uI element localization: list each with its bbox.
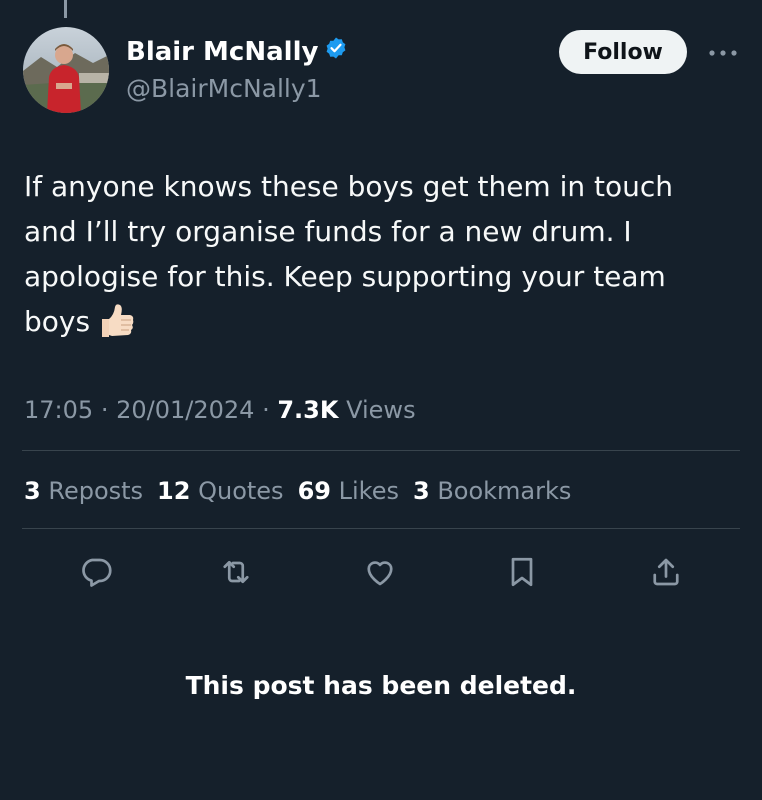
author-name-row[interactable]: Blair McNally: [126, 36, 348, 68]
tweet-detail-view: Blair McNally @BlairMcNally1 Follow If a…: [0, 0, 762, 800]
engagement-stats: 3 Reposts 12 Quotes 69 Likes 3 Bookmarks: [24, 474, 585, 508]
avatar-photo: [23, 27, 109, 113]
quotes-stat[interactable]: 12 Quotes: [157, 474, 284, 508]
follow-button[interactable]: Follow: [559, 30, 687, 74]
reposts-stat[interactable]: 3 Reposts: [24, 474, 143, 508]
tweet-date[interactable]: 20/01/2024: [116, 396, 254, 424]
bookmarks-count: 3: [412, 477, 430, 505]
reply-icon[interactable]: [76, 552, 116, 592]
meta-separator: ·: [262, 396, 270, 424]
views-label: Views: [346, 396, 416, 424]
views-count: 7.3K: [277, 396, 339, 424]
author-display-name[interactable]: Blair McNally: [126, 36, 318, 68]
verified-badge-icon: [324, 36, 348, 68]
quotes-count: 12: [157, 477, 191, 505]
quotes-label: Quotes: [198, 477, 284, 505]
avatar[interactable]: [23, 27, 109, 113]
deleted-post-notice: This post has been deleted.: [185, 671, 577, 700]
tweet-time[interactable]: 17:05: [24, 396, 93, 424]
tweet-meta: 17:05 · 20/01/2024 · 7.3K Views: [24, 393, 416, 427]
reposts-label: Reposts: [48, 477, 144, 505]
reposts-count: 3: [24, 477, 41, 505]
likes-count: 69: [297, 477, 331, 505]
meta-separator: ·: [100, 396, 109, 424]
bookmarks-stat[interactable]: 3 Bookmarks: [413, 474, 571, 508]
author-handle[interactable]: @BlairMcNally1: [126, 72, 348, 106]
bookmarks-label: Bookmarks: [437, 477, 572, 505]
repost-icon[interactable]: [216, 552, 256, 592]
thumbs-up-icon: [96, 303, 136, 352]
like-icon[interactable]: [360, 552, 400, 592]
divider: [22, 450, 740, 451]
more-horizontal-icon[interactable]: [708, 44, 738, 56]
divider: [22, 528, 740, 529]
likes-label: Likes: [338, 477, 399, 505]
thread-connector-line: [64, 0, 67, 18]
likes-stat[interactable]: 69 Likes: [298, 474, 399, 508]
share-icon[interactable]: [646, 552, 686, 592]
author-info: Blair McNally @BlairMcNally1: [126, 36, 348, 106]
tweet-text: If anyone knows these boys get them in t…: [24, 164, 734, 352]
action-bar: [0, 552, 762, 592]
bookmark-icon[interactable]: [502, 552, 542, 592]
